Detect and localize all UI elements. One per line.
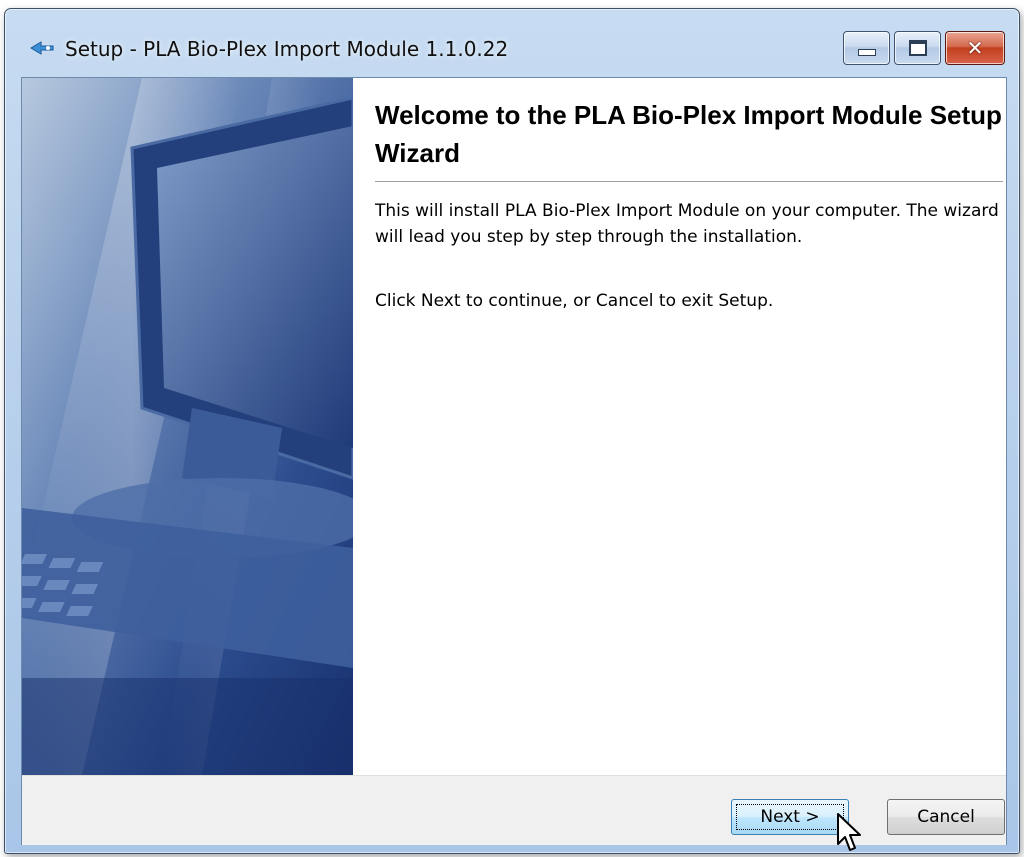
setup-window: Setup - PLA Bio-Plex Import Module 1.1.0… bbox=[4, 8, 1020, 854]
maximize-icon bbox=[908, 40, 927, 56]
next-button[interactable]: Next > bbox=[731, 799, 849, 835]
minimize-button[interactable] bbox=[843, 31, 890, 65]
wizard-client-area: Welcome to the PLA Bio-Plex Import Modul… bbox=[21, 77, 1007, 845]
maximize-button[interactable] bbox=[894, 31, 941, 65]
caption-buttons: ✕ bbox=[843, 31, 1005, 65]
heading-divider bbox=[375, 181, 1003, 182]
continue-instructions: Click Next to continue, or Cancel to exi… bbox=[375, 291, 774, 311]
minimize-icon bbox=[857, 48, 876, 56]
computer-monitor-keyboard-image bbox=[22, 78, 353, 775]
close-icon: ✕ bbox=[966, 36, 984, 60]
cancel-button-label: Cancel bbox=[917, 807, 975, 827]
installer-arrow-icon bbox=[30, 41, 54, 55]
close-button[interactable]: ✕ bbox=[945, 31, 1005, 65]
button-bar: Next > Cancel bbox=[22, 775, 1006, 845]
title-bar[interactable]: Setup - PLA Bio-Plex Import Module 1.1.0… bbox=[5, 9, 1019, 77]
cancel-button[interactable]: Cancel bbox=[887, 799, 1005, 835]
install-description: This will install PLA Bio-Plex Import Mo… bbox=[375, 201, 999, 247]
wizard-side-image bbox=[22, 78, 353, 775]
window-title: Setup - PLA Bio-Plex Import Module 1.1.0… bbox=[65, 37, 509, 61]
focus-rectangle bbox=[736, 804, 844, 830]
welcome-panel: Welcome to the PLA Bio-Plex Import Modul… bbox=[353, 78, 1006, 775]
page-title: Welcome to the PLA Bio-Plex Import Modul… bbox=[375, 100, 1002, 168]
